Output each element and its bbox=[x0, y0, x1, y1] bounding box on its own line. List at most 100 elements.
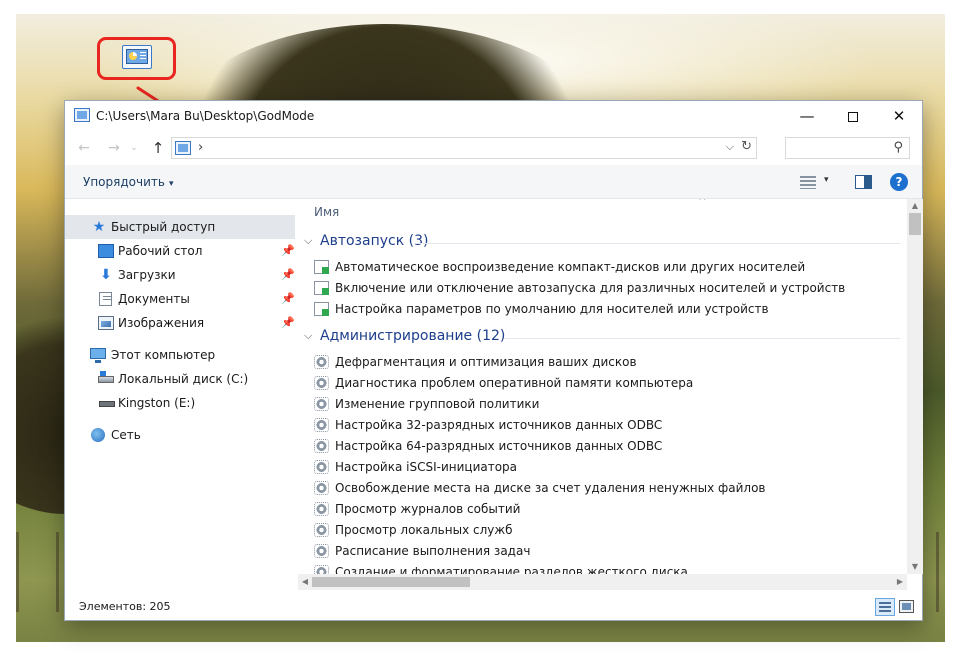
explorer-window: C:\Users\Mara Bu\Desktop\GodMode — ✕ ← →… bbox=[64, 100, 923, 621]
large-icons-view-button[interactable] bbox=[899, 600, 914, 613]
godmode-location-icon bbox=[175, 141, 191, 155]
organize-label: Упорядочить bbox=[83, 175, 165, 189]
list-item[interactable]: Автоматическое воспроизведение компакт-д… bbox=[314, 257, 894, 278]
chevron-down-icon[interactable]: ⌵ bbox=[304, 329, 312, 343]
list-item[interactable]: Настройка iSCSI-инициатора bbox=[314, 457, 894, 478]
scroll-down-icon[interactable]: ▼ bbox=[907, 560, 923, 574]
item-label: Настройка iSCSI-инициатора bbox=[335, 460, 518, 474]
horizontal-scrollbar[interactable]: ◀ ▶ bbox=[298, 574, 907, 590]
list-item[interactable]: Изменение групповой политики bbox=[314, 394, 894, 415]
status-bar: Элементов: 205 bbox=[65, 592, 922, 620]
forward-button[interactable]: → bbox=[103, 138, 125, 158]
list-item[interactable]: Включение или отключение автозапуска для… bbox=[314, 278, 894, 299]
group-header-autoplay[interactable]: ⌵ Автозапуск (3) bbox=[304, 232, 900, 254]
vertical-scrollbar[interactable]: ▲ ▼ bbox=[907, 199, 923, 574]
list-item[interactable]: Просмотр журналов событий bbox=[314, 499, 894, 520]
help-button[interactable]: ? bbox=[890, 173, 908, 191]
view-details-icon bbox=[800, 176, 816, 189]
title-bar[interactable]: C:\Users\Mara Bu\Desktop\GodMode — ✕ bbox=[65, 101, 922, 131]
admin-tools-icon bbox=[314, 544, 329, 558]
list-item[interactable]: Настройка 32-разрядных источников данных… bbox=[314, 415, 894, 436]
sidebar-item-quick-access[interactable]: ★ Быстрый доступ bbox=[65, 215, 295, 239]
item-label: Расписание выполнения задач bbox=[335, 544, 531, 558]
pin-icon: 📌 bbox=[281, 268, 295, 281]
network-icon bbox=[91, 428, 105, 442]
breadcrumb-chevron-icon[interactable]: › bbox=[198, 140, 203, 155]
list-item[interactable]: Дефрагментация и оптимизация ваших диско… bbox=[314, 352, 894, 373]
sidebar-item-label: Локальный диск (C:) bbox=[118, 372, 249, 386]
chevron-down-icon[interactable]: ⌵ bbox=[304, 234, 312, 248]
admin-tools-icon bbox=[314, 523, 329, 537]
list-item[interactable]: Освобождение места на диске за счет удал… bbox=[314, 478, 894, 499]
maximize-button[interactable] bbox=[830, 101, 876, 131]
sidebar-item-documents[interactable]: Документы 📌 bbox=[65, 287, 295, 311]
group-header-administration[interactable]: ⌵ Администрирование (12) bbox=[304, 327, 900, 349]
maximize-icon bbox=[848, 111, 858, 122]
organize-button[interactable]: Упорядочить ▾ bbox=[83, 175, 173, 189]
close-button[interactable]: ✕ bbox=[876, 101, 922, 131]
item-label: Просмотр журналов событий bbox=[335, 502, 521, 516]
recent-locations-button[interactable]: ⌄ bbox=[127, 138, 141, 158]
documents-icon bbox=[99, 292, 112, 306]
change-view-button[interactable]: ▾ bbox=[798, 174, 838, 192]
scroll-up-icon[interactable]: ▲ bbox=[907, 199, 923, 213]
list-item[interactable]: Просмотр локальных служб bbox=[314, 520, 894, 541]
address-row: ← → ⌄ ↑ › ⌵ ↻ ⚲ bbox=[65, 131, 922, 165]
horizontal-scroll-thumb[interactable] bbox=[312, 577, 470, 587]
list-item[interactable]: Диагностика проблем оперативной памяти к… bbox=[314, 373, 894, 394]
list-item[interactable]: Настройка 64-разрядных источников данных… bbox=[314, 436, 894, 457]
group-name: Автозапуск (3) bbox=[320, 233, 429, 249]
admin-tools-icon bbox=[314, 439, 329, 453]
address-bar[interactable]: › ⌵ ↻ bbox=[171, 137, 757, 159]
scroll-right-icon[interactable]: ▶ bbox=[893, 574, 907, 590]
sidebar-item-label: Загрузки bbox=[118, 268, 176, 282]
details-view-button[interactable] bbox=[875, 598, 895, 616]
column-header-name[interactable]: Имя bbox=[314, 205, 339, 219]
pin-icon: 📌 bbox=[281, 244, 295, 257]
up-button[interactable]: ↑ bbox=[147, 138, 169, 158]
address-dropdown-icon[interactable]: ⌵ bbox=[726, 140, 734, 154]
navigation-pane: ★ Быстрый доступ Рабочий стол 📌 ⬇ Загруз… bbox=[65, 199, 297, 589]
sidebar-item-desktop[interactable]: Рабочий стол 📌 bbox=[65, 239, 295, 263]
sidebar-item-label: Этот компьютер bbox=[111, 348, 216, 362]
sort-ascending-icon: ^ bbox=[698, 199, 707, 207]
search-input[interactable] bbox=[790, 140, 885, 156]
vertical-scroll-thumb[interactable] bbox=[909, 213, 921, 235]
search-icon[interactable]: ⚲ bbox=[893, 140, 903, 155]
list-item[interactable]: Настройка параметров по умолчанию для но… bbox=[314, 299, 894, 320]
item-label: Дефрагментация и оптимизация ваших диско… bbox=[335, 355, 637, 369]
back-button[interactable]: ← bbox=[73, 138, 95, 158]
item-label: Освобождение места на диске за счет удал… bbox=[335, 481, 766, 495]
minimize-button[interactable]: — bbox=[784, 101, 830, 131]
annotation-highlight-box bbox=[97, 37, 176, 80]
refresh-icon[interactable]: ↻ bbox=[741, 139, 752, 154]
item-label: Просмотр локальных служб bbox=[335, 523, 513, 537]
usb-drive-icon bbox=[99, 401, 115, 407]
drive-icon bbox=[98, 371, 114, 383]
scroll-left-icon[interactable]: ◀ bbox=[298, 574, 312, 590]
sidebar-item-this-pc[interactable]: Этот компьютер bbox=[65, 343, 295, 367]
group-divider bbox=[504, 338, 900, 339]
sidebar-item-pictures[interactable]: Изображения 📌 bbox=[65, 311, 295, 335]
sidebar-item-network[interactable]: Сеть bbox=[65, 423, 295, 447]
sidebar-item-kingston-e[interactable]: Kingston (E:) bbox=[65, 391, 295, 415]
sidebar-item-label: Быстрый доступ bbox=[111, 220, 216, 234]
sidebar-item-downloads[interactable]: ⬇ Загрузки 📌 bbox=[65, 263, 295, 287]
item-label: Диагностика проблем оперативной памяти к… bbox=[335, 376, 694, 390]
admin-tools-icon bbox=[314, 376, 329, 390]
list-item[interactable]: Расписание выполнения задач bbox=[314, 541, 894, 562]
sidebar-item-local-disk-c[interactable]: Локальный диск (C:) bbox=[65, 367, 295, 391]
item-label: Включение или отключение автозапуска для… bbox=[335, 281, 846, 295]
item-count: Элементов: 205 bbox=[79, 600, 171, 613]
autoplay-icon bbox=[314, 281, 329, 295]
pictures-icon bbox=[98, 316, 114, 330]
list-item[interactable]: Создание и форматирование разделов жестк… bbox=[314, 562, 894, 574]
admin-tools-icon bbox=[314, 502, 329, 516]
admin-tools-icon bbox=[314, 355, 329, 369]
file-list-pane: ^ Имя ⌵ Автозапуск (3) Автоматическое во… bbox=[298, 199, 907, 574]
preview-pane-button[interactable] bbox=[855, 175, 872, 189]
pin-icon: 📌 bbox=[281, 292, 295, 305]
admin-tools-icon bbox=[314, 481, 329, 495]
search-box[interactable]: ⚲ bbox=[785, 137, 910, 159]
item-label: Изменение групповой политики bbox=[335, 397, 540, 411]
